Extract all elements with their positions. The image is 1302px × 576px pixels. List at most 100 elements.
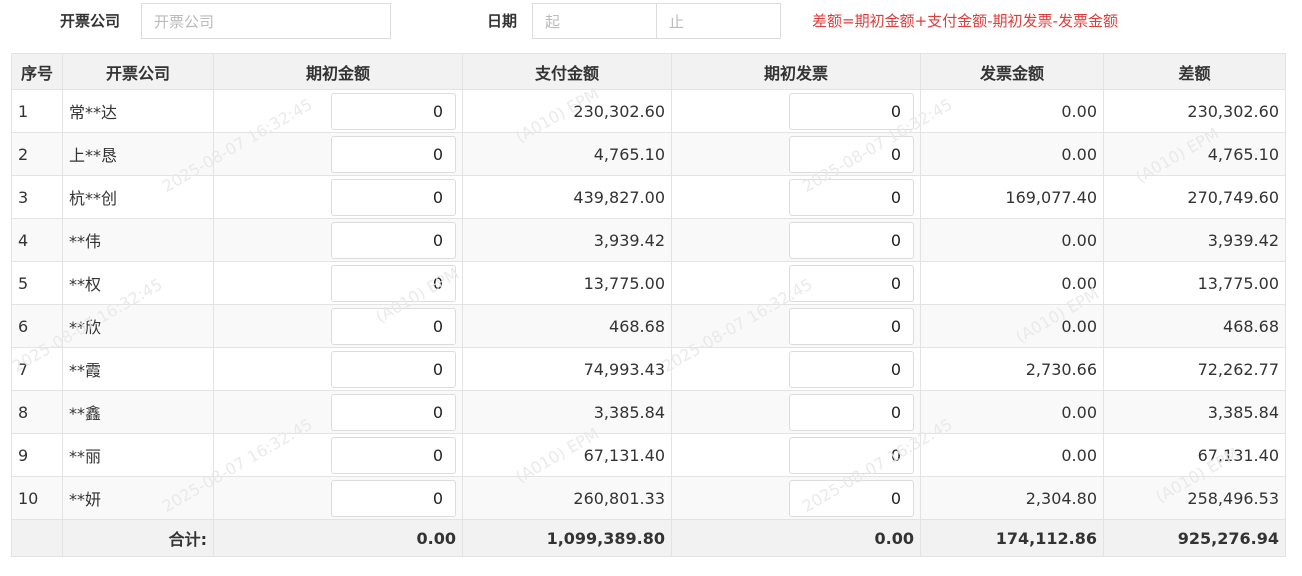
opening-invoice-input[interactable]: 0: [789, 135, 914, 173]
total-opening-amount: 0.00: [213, 519, 463, 557]
row-company: **鑫: [62, 390, 214, 434]
row-index: 6: [11, 304, 63, 348]
row-company: **妍: [62, 476, 214, 520]
opening-amount-input[interactable]: 0: [331, 436, 456, 474]
opening-amount-cell: 0: [213, 476, 463, 520]
row-company: **霞: [62, 347, 214, 391]
col-header-paid-amount[interactable]: 支付金额: [462, 53, 672, 90]
row-difference: 258,496.53: [1103, 476, 1286, 520]
total-difference: 925,276.94: [1103, 519, 1286, 557]
opening-amount-cell: 0: [213, 347, 463, 391]
table-row: 7 **霞 0 74,993.43 0 2,730.66 72,262.77: [11, 347, 1286, 391]
date-start-input[interactable]: 起: [532, 3, 657, 39]
row-difference: 3,385.84: [1103, 390, 1286, 434]
opening-invoice-cell: 0: [671, 347, 921, 391]
row-difference: 4,765.10: [1103, 132, 1286, 176]
opening-invoice-cell: 0: [671, 476, 921, 520]
opening-invoice-cell: 0: [671, 132, 921, 176]
opening-invoice-input[interactable]: 0: [789, 92, 914, 130]
row-index: 3: [11, 175, 63, 219]
row-paid-amount: 3,385.84: [462, 390, 672, 434]
opening-invoice-input[interactable]: 0: [789, 178, 914, 216]
col-header-company[interactable]: 开票公司: [62, 53, 214, 90]
reconciliation-table-wrap: 序号 开票公司 期初金额 支付金额 期初发票 发票金额 差额 1 常**达 0 230…: [11, 53, 1286, 557]
row-invoice-amount: 0.00: [920, 390, 1104, 434]
table-row: 3 杭**创 0 439,827.00 0 169,077.40 270,749.60: [11, 175, 1286, 219]
opening-amount-input[interactable]: 0: [331, 92, 456, 130]
row-index: 4: [11, 218, 63, 262]
row-paid-amount: 3,939.42: [462, 218, 672, 262]
opening-invoice-input[interactable]: 0: [789, 221, 914, 259]
opening-amount-cell: 0: [213, 390, 463, 434]
opening-amount-cell: 0: [213, 261, 463, 305]
row-paid-amount: 230,302.60: [462, 89, 672, 133]
opening-amount-input[interactable]: 0: [331, 393, 456, 431]
col-header-difference[interactable]: 差额: [1103, 53, 1286, 90]
opening-invoice-cell: 0: [671, 304, 921, 348]
date-end-input[interactable]: 止: [656, 3, 781, 39]
opening-amount-input[interactable]: 0: [331, 307, 456, 345]
row-paid-amount: 260,801.33: [462, 476, 672, 520]
row-index: 9: [11, 433, 63, 477]
table-row: 9 **丽 0 67,131.40 0 0.00 67,131.40: [11, 433, 1286, 477]
row-index: 1: [11, 89, 63, 133]
row-invoice-amount: 0.00: [920, 304, 1104, 348]
row-paid-amount: 468.68: [462, 304, 672, 348]
row-difference: 468.68: [1103, 304, 1286, 348]
col-header-index[interactable]: 序号: [11, 53, 63, 90]
col-header-invoice-amount[interactable]: 发票金额: [920, 53, 1104, 90]
row-company: **权: [62, 261, 214, 305]
row-paid-amount: 67,131.40: [462, 433, 672, 477]
opening-invoice-input[interactable]: 0: [789, 479, 914, 517]
row-company: **丽: [62, 433, 214, 477]
opening-invoice-input[interactable]: 0: [789, 264, 914, 302]
formula-note: 差额=期初金额+支付金额-期初发票-发票金额: [812, 12, 1118, 30]
row-difference: 3,939.42: [1103, 218, 1286, 262]
table-body: 1 常**达 0 230,302.60 0 0.00 230,302.60 2 上**恳 0 4,7…: [11, 89, 1286, 520]
date-filter-label: 日期: [487, 12, 518, 30]
row-difference: 72,262.77: [1103, 347, 1286, 391]
row-company: **伟: [62, 218, 214, 262]
table-row: 10 **妍 0 260,801.33 0 2,304.80 258,496.53: [11, 476, 1286, 520]
opening-amount-input[interactable]: 0: [331, 264, 456, 302]
opening-amount-cell: 0: [213, 304, 463, 348]
row-company: 上**恳: [62, 132, 214, 176]
opening-invoice-cell: 0: [671, 89, 921, 133]
row-index: 8: [11, 390, 63, 434]
row-difference: 67,131.40: [1103, 433, 1286, 477]
opening-invoice-input[interactable]: 0: [789, 436, 914, 474]
reconciliation-table: 序号 开票公司 期初金额 支付金额 期初发票 发票金额 差额 1 常**达 0 230…: [11, 53, 1286, 557]
row-index: 2: [11, 132, 63, 176]
opening-amount-input[interactable]: 0: [331, 178, 456, 216]
row-paid-amount: 13,775.00: [462, 261, 672, 305]
company-filter-label: 开票公司: [60, 12, 121, 30]
opening-invoice-cell: 0: [671, 390, 921, 434]
total-invoice-amount: 174,112.86: [920, 519, 1104, 557]
col-header-opening-invoice[interactable]: 期初发票: [671, 53, 921, 90]
opening-amount-input[interactable]: 0: [331, 221, 456, 259]
opening-invoice-cell: 0: [671, 175, 921, 219]
opening-invoice-input[interactable]: 0: [789, 393, 914, 431]
opening-invoice-input[interactable]: 0: [789, 307, 914, 345]
opening-amount-cell: 0: [213, 433, 463, 477]
opening-amount-input[interactable]: 0: [331, 479, 456, 517]
opening-amount-input[interactable]: 0: [331, 135, 456, 173]
opening-invoice-input[interactable]: 0: [789, 350, 914, 388]
col-header-opening-amount[interactable]: 期初金额: [213, 53, 463, 90]
opening-amount-cell: 0: [213, 218, 463, 262]
totals-label: 合计:: [62, 519, 214, 557]
opening-amount-cell: 0: [213, 132, 463, 176]
filter-bar: 开票公司 开票公司 日期 起 止 差额=期初金额+支付金额-期初发票-发票金额: [0, 0, 1302, 44]
opening-amount-cell: 0: [213, 175, 463, 219]
opening-amount-input[interactable]: 0: [331, 350, 456, 388]
row-index: 10: [11, 476, 63, 520]
opening-invoice-cell: 0: [671, 261, 921, 305]
row-difference: 13,775.00: [1103, 261, 1286, 305]
row-paid-amount: 4,765.10: [462, 132, 672, 176]
table-row: 6 **欣 0 468.68 0 0.00 468.68: [11, 304, 1286, 348]
row-difference: 230,302.60: [1103, 89, 1286, 133]
row-invoice-amount: 0.00: [920, 261, 1104, 305]
company-filter-input[interactable]: 开票公司: [141, 3, 391, 39]
table-header-row: 序号 开票公司 期初金额 支付金额 期初发票 发票金额 差额: [11, 53, 1286, 90]
row-company: 杭**创: [62, 175, 214, 219]
